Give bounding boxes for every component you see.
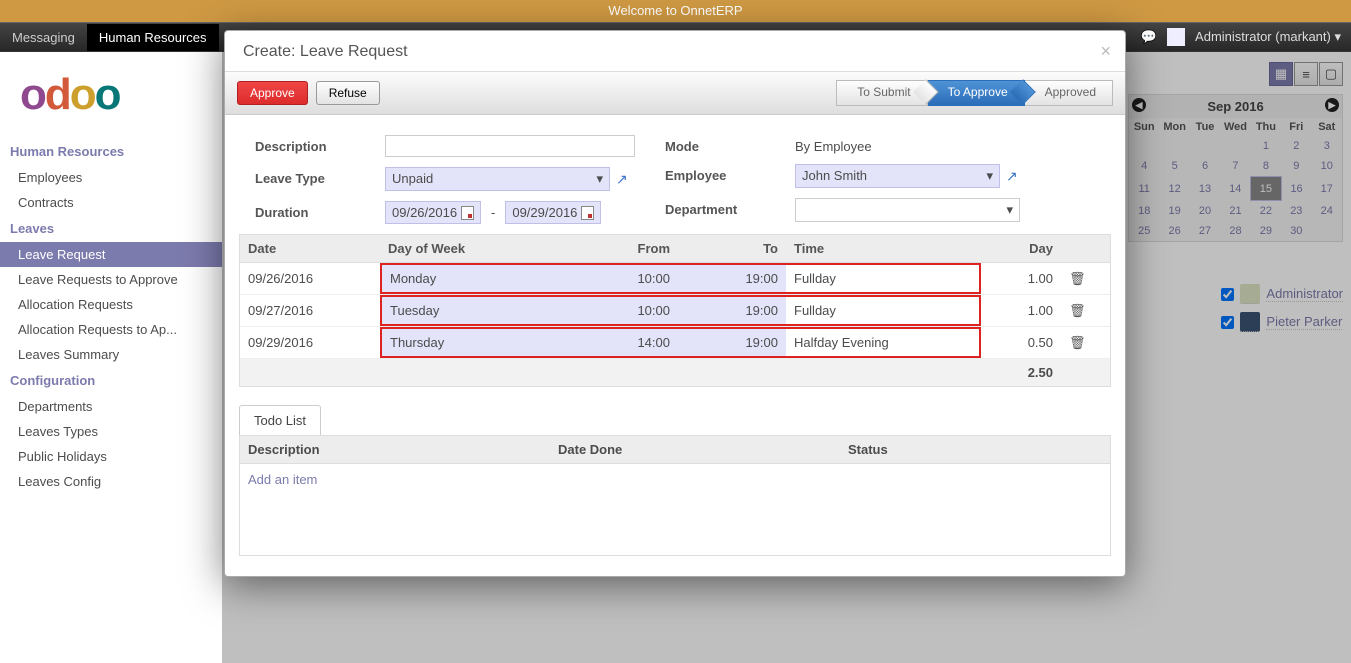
refuse-button[interactable]: Refuse [316,81,380,105]
description-input[interactable] [385,135,635,157]
trash-icon[interactable]: 🗑 [1069,271,1086,286]
trash-icon[interactable]: 🗑 [1069,303,1086,318]
lbl-description: Description [255,135,375,157]
avatar [1167,28,1185,46]
stage-approve[interactable]: To Approve [928,80,1025,106]
grid-row[interactable]: 09/26/2016Monday10:0019:00Fullday1.00🗑 [240,263,1110,295]
nav-leaves-types[interactable]: Leaves Types [0,419,222,444]
odoo-logo: odoo [20,70,202,120]
menu-hr[interactable]: Human Resources [87,24,219,51]
todo-col-done: Date Done [550,436,840,463]
todo-col-desc: Description [240,436,550,463]
nav-public-holidays[interactable]: Public Holidays [0,444,222,469]
close-icon[interactable]: × [1100,41,1111,62]
nav-to-approve[interactable]: Leave Requests to Approve [0,267,222,292]
nav-employees[interactable]: Employees [0,165,222,190]
section-config: Configuration [0,367,222,394]
welcome-banner: Welcome to OnnetERP [0,0,1351,22]
col-from: From [570,235,678,262]
col-to: To [678,235,786,262]
leave-type-select[interactable]: Unpaid▾ [385,167,610,191]
date-from-input[interactable]: 09/26/2016 [385,201,481,224]
menu-messaging[interactable]: Messaging [0,24,87,51]
lbl-mode: Mode [665,135,785,154]
chat-icon[interactable]: 💬 [1141,29,1157,45]
calendar-icon[interactable] [581,206,594,220]
duration-grid: Date Day of Week From To Time Day 09/26/… [239,234,1111,387]
nav-leaves-config[interactable]: Leaves Config [0,469,222,494]
stage-approved[interactable]: Approved [1025,80,1113,106]
nav-departments[interactable]: Departments [0,394,222,419]
add-item-link[interactable]: Add an item [240,464,1110,495]
status-bar: To Submit To Approve Approved [836,80,1113,106]
section-leaves: Leaves [0,215,222,242]
department-select[interactable]: ▾ [795,198,1020,222]
grid-row[interactable]: 09/29/2016Thursday14:0019:00Halfday Even… [240,327,1110,359]
nav-alloc-ap[interactable]: Allocation Requests to Ap... [0,317,222,342]
sidebar: odoo Human Resources Employees Contracts… [0,52,222,663]
nav-alloc[interactable]: Allocation Requests [0,292,222,317]
trash-icon[interactable]: 🗑 [1069,335,1086,350]
external-link-icon[interactable]: ↗ [616,171,628,188]
grid-total: 2.50 [981,359,1061,386]
lbl-employee: Employee [665,164,785,188]
mode-value: By Employee [795,135,1020,154]
approve-button[interactable]: Approve [237,81,308,105]
modal-title: Create: Leave Request [243,43,408,60]
grid-row[interactable]: 09/27/2016Tuesday10:0019:00Fullday1.00🗑 [240,295,1110,327]
todo-col-status: Status [840,436,1050,463]
employee-select[interactable]: John Smith▾ [795,164,1000,188]
col-time: Time [786,235,981,262]
leave-request-modal: Create: Leave Request × Approve Refuse T… [224,30,1126,577]
nav-contracts[interactable]: Contracts [0,190,222,215]
lbl-duration: Duration [255,201,375,224]
lbl-department: Department [665,198,785,222]
lbl-leave-type: Leave Type [255,167,375,191]
col-day: Day [981,235,1061,262]
nav-summary[interactable]: Leaves Summary [0,342,222,367]
user-menu[interactable]: Administrator (markant) ▾ [1195,29,1341,45]
nav-leave-request[interactable]: Leave Request [0,242,222,267]
external-link-icon[interactable]: ↗ [1006,168,1018,185]
section-hr: Human Resources [0,138,222,165]
tab-todo-list[interactable]: Todo List [239,405,321,435]
calendar-icon[interactable] [461,206,474,220]
col-dow: Day of Week [380,235,570,262]
todo-grid: Description Date Done Status Add an item [239,435,1111,556]
date-to-input[interactable]: 09/29/2016 [505,201,601,224]
col-date: Date [240,235,380,262]
stage-submit[interactable]: To Submit [836,80,927,106]
